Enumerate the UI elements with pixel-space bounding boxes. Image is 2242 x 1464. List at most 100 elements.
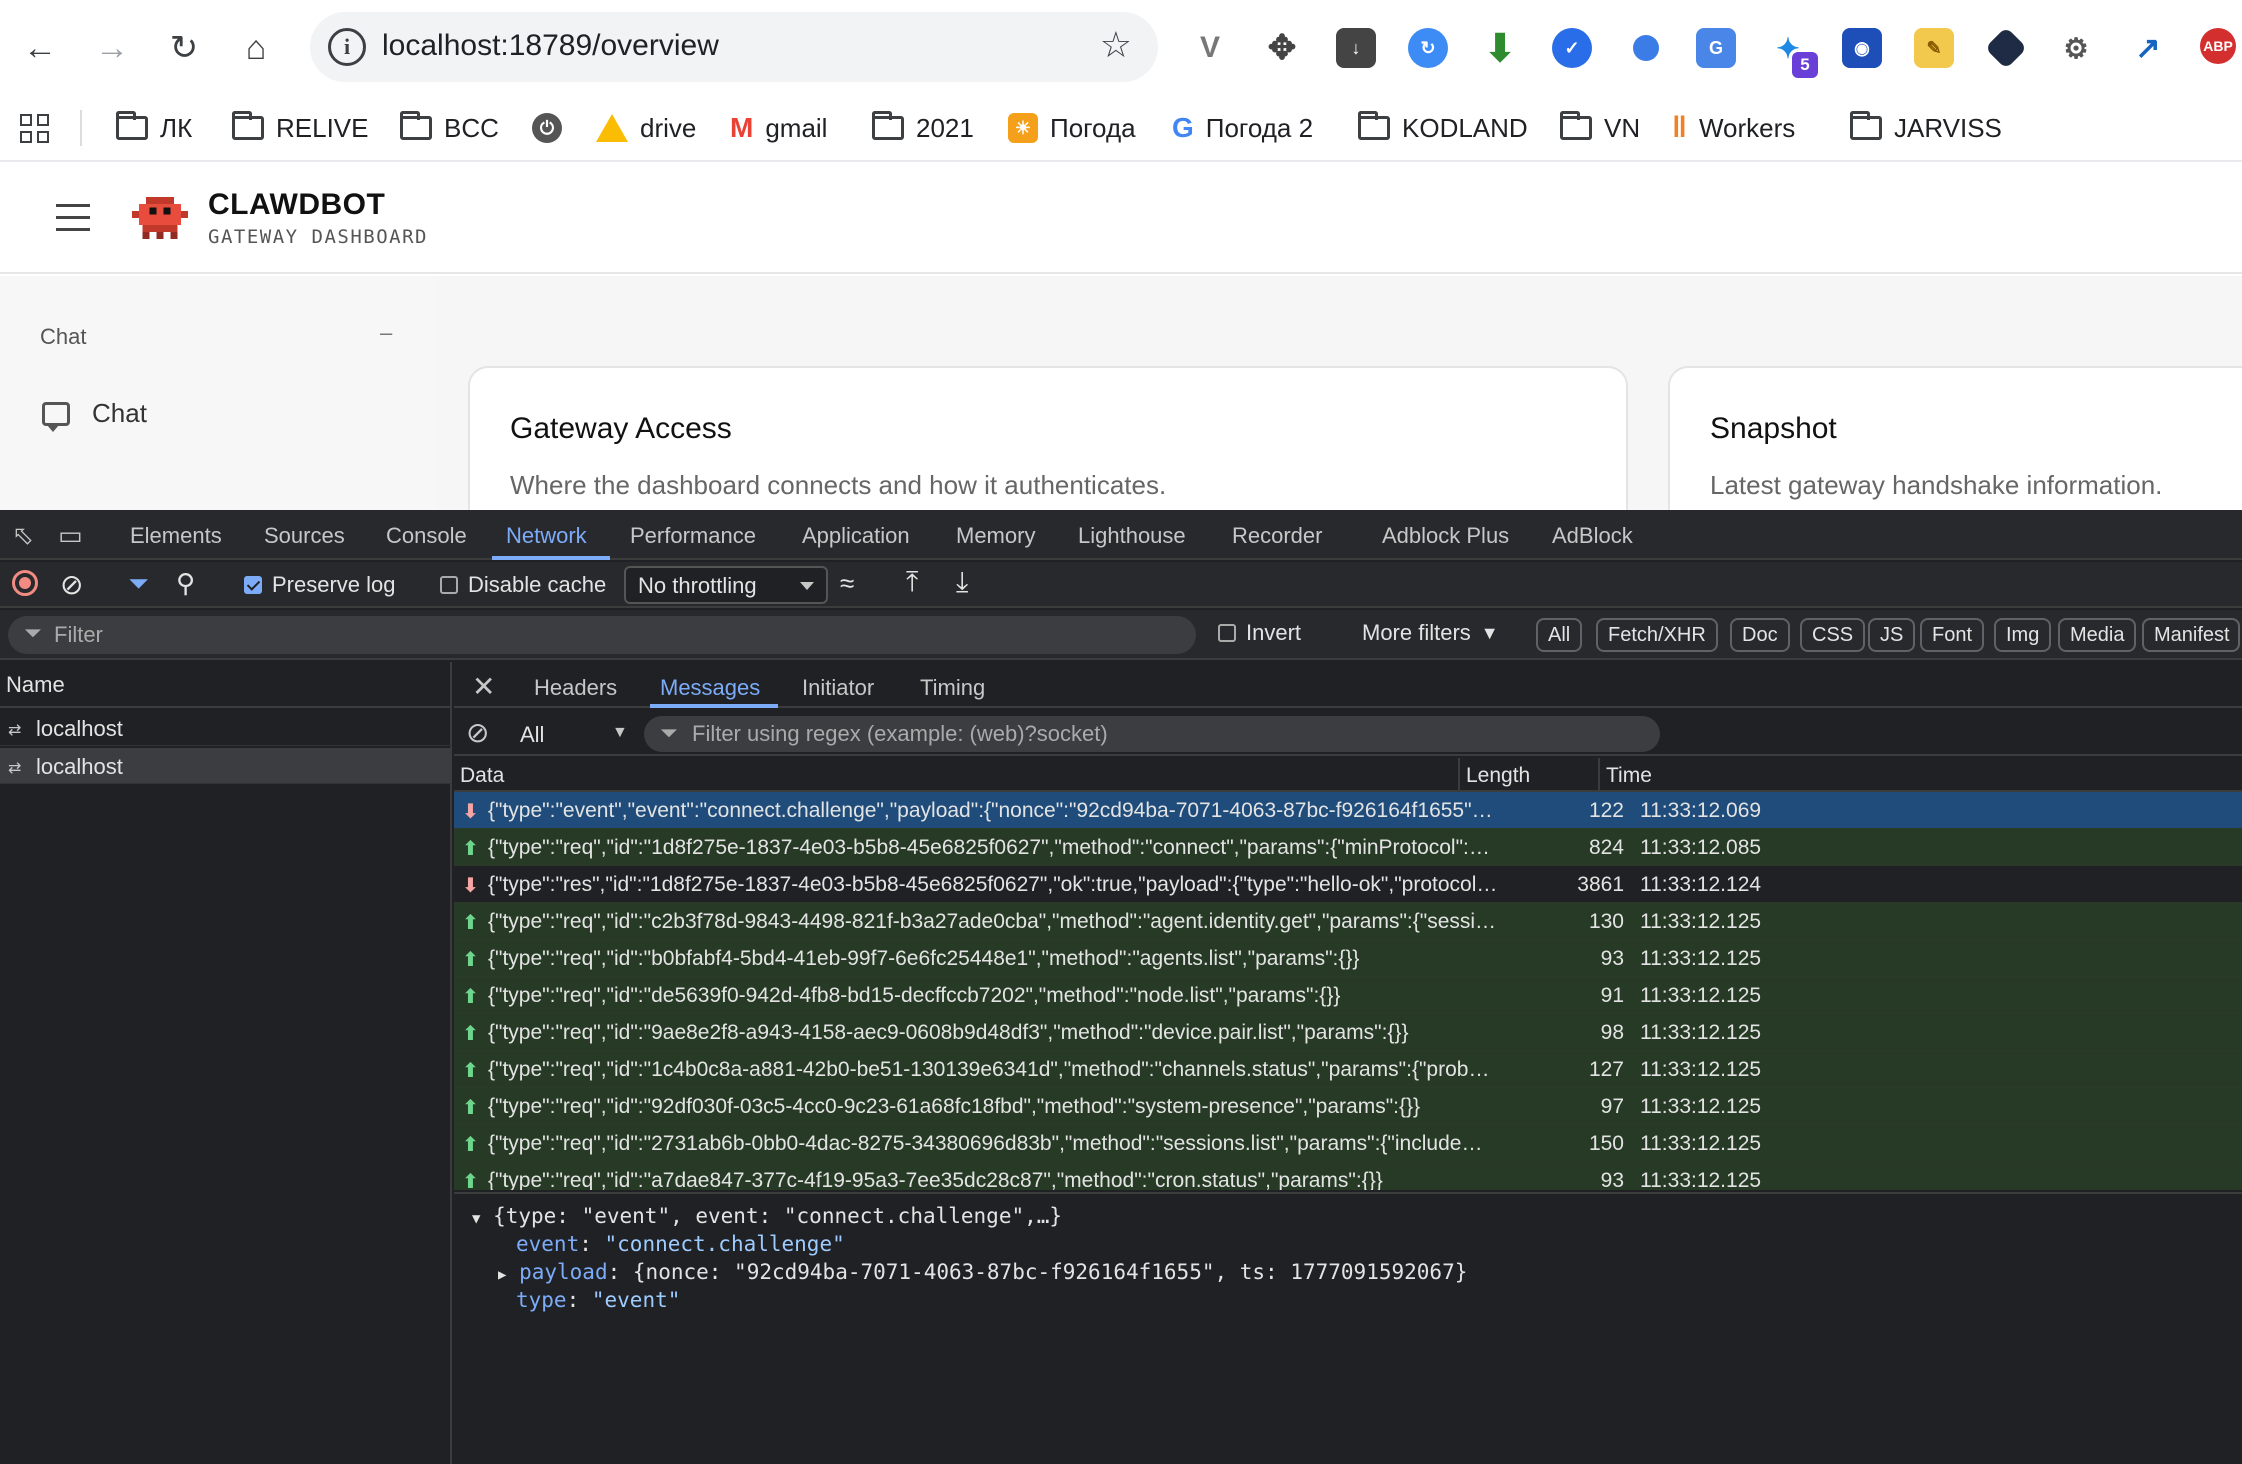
tab-memory[interactable]: Memory	[956, 523, 1035, 549]
bookmark-relive[interactable]: RELIVE	[232, 106, 369, 150]
tab-lighthouse[interactable]: Lighthouse	[1078, 523, 1186, 549]
message-row[interactable]: ⬆ {"type":"req","id":"b0bfabf4-5bd4-41eb-…	[454, 940, 2242, 977]
sidebar-collapse-toggle[interactable]: –	[380, 320, 392, 346]
url-text[interactable]: localhost:18789/overview	[382, 29, 719, 63]
type-chip-manifest[interactable]: Manifest	[2142, 618, 2240, 652]
checkbox-unchecked[interactable]	[1218, 624, 1236, 642]
tab-network[interactable]: Network	[506, 523, 587, 549]
disable-cache-checkbox[interactable]: Disable cache	[440, 572, 606, 598]
bookmark-jarviss[interactable]: JARVISS	[1850, 106, 2002, 150]
message-row[interactable]: ⬆ {"type":"req","id":"c2b3f78d-9843-4498-…	[454, 903, 2242, 940]
bookmark-vn[interactable]: VN	[1560, 106, 1640, 150]
bookmark-drive[interactable]: drive	[596, 106, 696, 150]
tab-adblock-plus[interactable]: Adblock Plus	[1382, 523, 1509, 549]
json-tree-root[interactable]: ▼ {type: "event", event: "connect.challe…	[472, 1204, 1062, 1228]
message-row[interactable]: ⬆ {"type":"req","id":"9ae8e2f8-a943-4158-…	[454, 1014, 2242, 1051]
inspect-element-icon[interactable]: ⬁	[12, 520, 34, 551]
home-icon[interactable]: ⌂	[228, 20, 284, 76]
pin-extension-icon[interactable]: ◉	[1842, 28, 1882, 68]
message-regex-filter-input[interactable]: ⏷ Filter using regex (example: (web)?soc…	[644, 716, 1660, 752]
record-icon[interactable]	[12, 570, 38, 596]
tab-sources[interactable]: Sources	[264, 523, 345, 549]
check-extension-icon[interactable]: ✓	[1552, 28, 1592, 68]
throttling-select[interactable]: No throttling	[624, 566, 828, 604]
tab-messages[interactable]: Messages	[660, 675, 760, 701]
checkbox-unchecked[interactable]	[440, 576, 458, 594]
column-header-data[interactable]: Data	[460, 764, 504, 788]
message-type-select[interactable]: All ▼	[520, 722, 628, 748]
type-chip-img[interactable]: Img	[1994, 618, 2052, 652]
device-toolbar-icon[interactable]: ▭	[58, 520, 83, 551]
tab-performance[interactable]: Performance	[630, 523, 756, 549]
name-column-header[interactable]: Name	[0, 662, 452, 708]
column-header-time[interactable]: Time	[1606, 764, 1652, 788]
export-har-icon[interactable]: ⤓	[956, 566, 968, 599]
json-prop-payload[interactable]: ▶ payload: {nonce: "92cd94ba-7071-4063-8…	[498, 1260, 1467, 1284]
message-row[interactable]: ⬆ {"type":"req","id":"de5639f0-942d-4fb8-…	[454, 977, 2242, 1014]
back-icon[interactable]: ←	[12, 20, 68, 76]
network-conditions-icon[interactable]: ≈	[840, 568, 854, 599]
type-chip-font[interactable]: Font	[1920, 618, 1985, 652]
vimeo-extension-icon[interactable]: V	[1190, 28, 1230, 68]
request-row-selected[interactable]: ⇄ localhost	[0, 748, 452, 784]
reload-icon[interactable]: ↻	[156, 20, 212, 76]
preserve-log-checkbox[interactable]: Preserve log	[244, 572, 396, 598]
column-header-length[interactable]: Length	[1466, 764, 1530, 788]
hex-extension-icon[interactable]	[1984, 26, 2028, 70]
clear-messages-icon[interactable]: ⊘	[466, 716, 489, 749]
message-row[interactable]: ⬆ {"type":"req","id":"2731ab6b-0bb0-4dac-…	[454, 1125, 2242, 1162]
site-info-icon[interactable]: i	[328, 28, 366, 66]
tab-recorder[interactable]: Recorder	[1232, 523, 1322, 549]
message-row[interactable]: ⬆ {"type":"req","id":"1c4b0c8a-a881-42b0-…	[454, 1051, 2242, 1088]
forward-icon[interactable]: →	[84, 20, 140, 76]
message-row[interactable]: ⬆ {"type":"req","id":"a7dae847-377c-4f19-…	[454, 1162, 2242, 1190]
bookmark-star-icon[interactable]: ☆	[1100, 24, 1132, 66]
checkbox-checked[interactable]	[244, 576, 262, 594]
message-row[interactable]: ⬇ {"type":"res","id":"1d8f275e-1837-4e03-…	[454, 866, 2242, 903]
tab-timing[interactable]: Timing	[920, 675, 985, 701]
tab-adblock[interactable]: AdBlock	[1552, 523, 1633, 549]
sync-extension-icon[interactable]: ↻	[1408, 28, 1448, 68]
type-chip-js[interactable]: JS	[1868, 618, 1916, 652]
download-box-extension-icon[interactable]: ↓	[1336, 28, 1376, 68]
clear-icon[interactable]: ⊘	[60, 568, 83, 601]
type-chip-doc[interactable]: Doc	[1730, 618, 1790, 652]
collapse-triangle-icon[interactable]: ▶	[498, 1267, 506, 1283]
import-har-icon[interactable]: ⤒	[906, 566, 918, 599]
request-row[interactable]: ⇄ localhost	[0, 710, 452, 746]
search-icon[interactable]: ⚲	[176, 568, 195, 599]
filter-icon[interactable]: ⏷	[128, 568, 149, 600]
message-row-selected[interactable]: ⬇ {"type":"event","event":"connect.challe…	[454, 792, 2242, 829]
bookmark-kodland[interactable]: KODLAND	[1358, 106, 1528, 150]
message-row[interactable]: ⬆ {"type":"req","id":"1d8f275e-1837-4e03-…	[454, 829, 2242, 866]
bookmark-workers[interactable]: ‖ Workers	[1672, 106, 1795, 150]
fish-extension-icon[interactable]: ✦ 5	[1768, 28, 1818, 78]
tab-application[interactable]: Application	[802, 523, 910, 549]
bookmark-pogoda[interactable]: ☀ Погода	[1008, 106, 1136, 150]
address-bar[interactable]: i localhost:18789/overview ☆	[310, 12, 1158, 82]
blue-dot-extension-icon[interactable]	[1626, 28, 1666, 68]
note-extension-icon[interactable]: ✎	[1914, 28, 1954, 68]
bookmark-lk[interactable]: ЛК	[116, 106, 192, 150]
tab-initiator[interactable]: Initiator	[802, 675, 874, 701]
apps-grid-icon[interactable]	[20, 106, 49, 150]
tab-elements[interactable]: Elements	[130, 523, 222, 549]
bookmark-pogoda-2[interactable]: G Погода 2	[1172, 106, 1313, 150]
menu-icon[interactable]	[56, 204, 90, 232]
move-extension-icon[interactable]: ✥	[1262, 28, 1302, 68]
tab-console[interactable]: Console	[386, 523, 467, 549]
type-chip-css[interactable]: CSS	[1800, 618, 1866, 652]
chart-extension-icon[interactable]: ↗	[2128, 28, 2168, 68]
close-icon[interactable]: ✕	[472, 670, 495, 703]
more-filters-dropdown[interactable]: More filters ▼	[1362, 620, 1499, 646]
bookmark-2021[interactable]: 2021	[872, 106, 974, 150]
type-chip-fetch-xhr[interactable]: Fetch/XHR	[1596, 618, 1718, 652]
type-chip-all[interactable]: All	[1536, 618, 1583, 652]
expand-triangle-icon[interactable]: ▼	[472, 1211, 480, 1227]
type-chip-media[interactable]: Media	[2058, 618, 2137, 652]
message-row[interactable]: ⬆ {"type":"req","id":"92df030f-03c5-4cc0-…	[454, 1088, 2242, 1125]
bookmark-gmail[interactable]: Mgmail	[730, 106, 827, 150]
bot-extension-icon[interactable]: ⚙	[2056, 28, 2096, 68]
green-download-extension-icon[interactable]: ⬇	[1480, 28, 1520, 70]
bookmark-bcc[interactable]: BCC	[400, 106, 499, 150]
